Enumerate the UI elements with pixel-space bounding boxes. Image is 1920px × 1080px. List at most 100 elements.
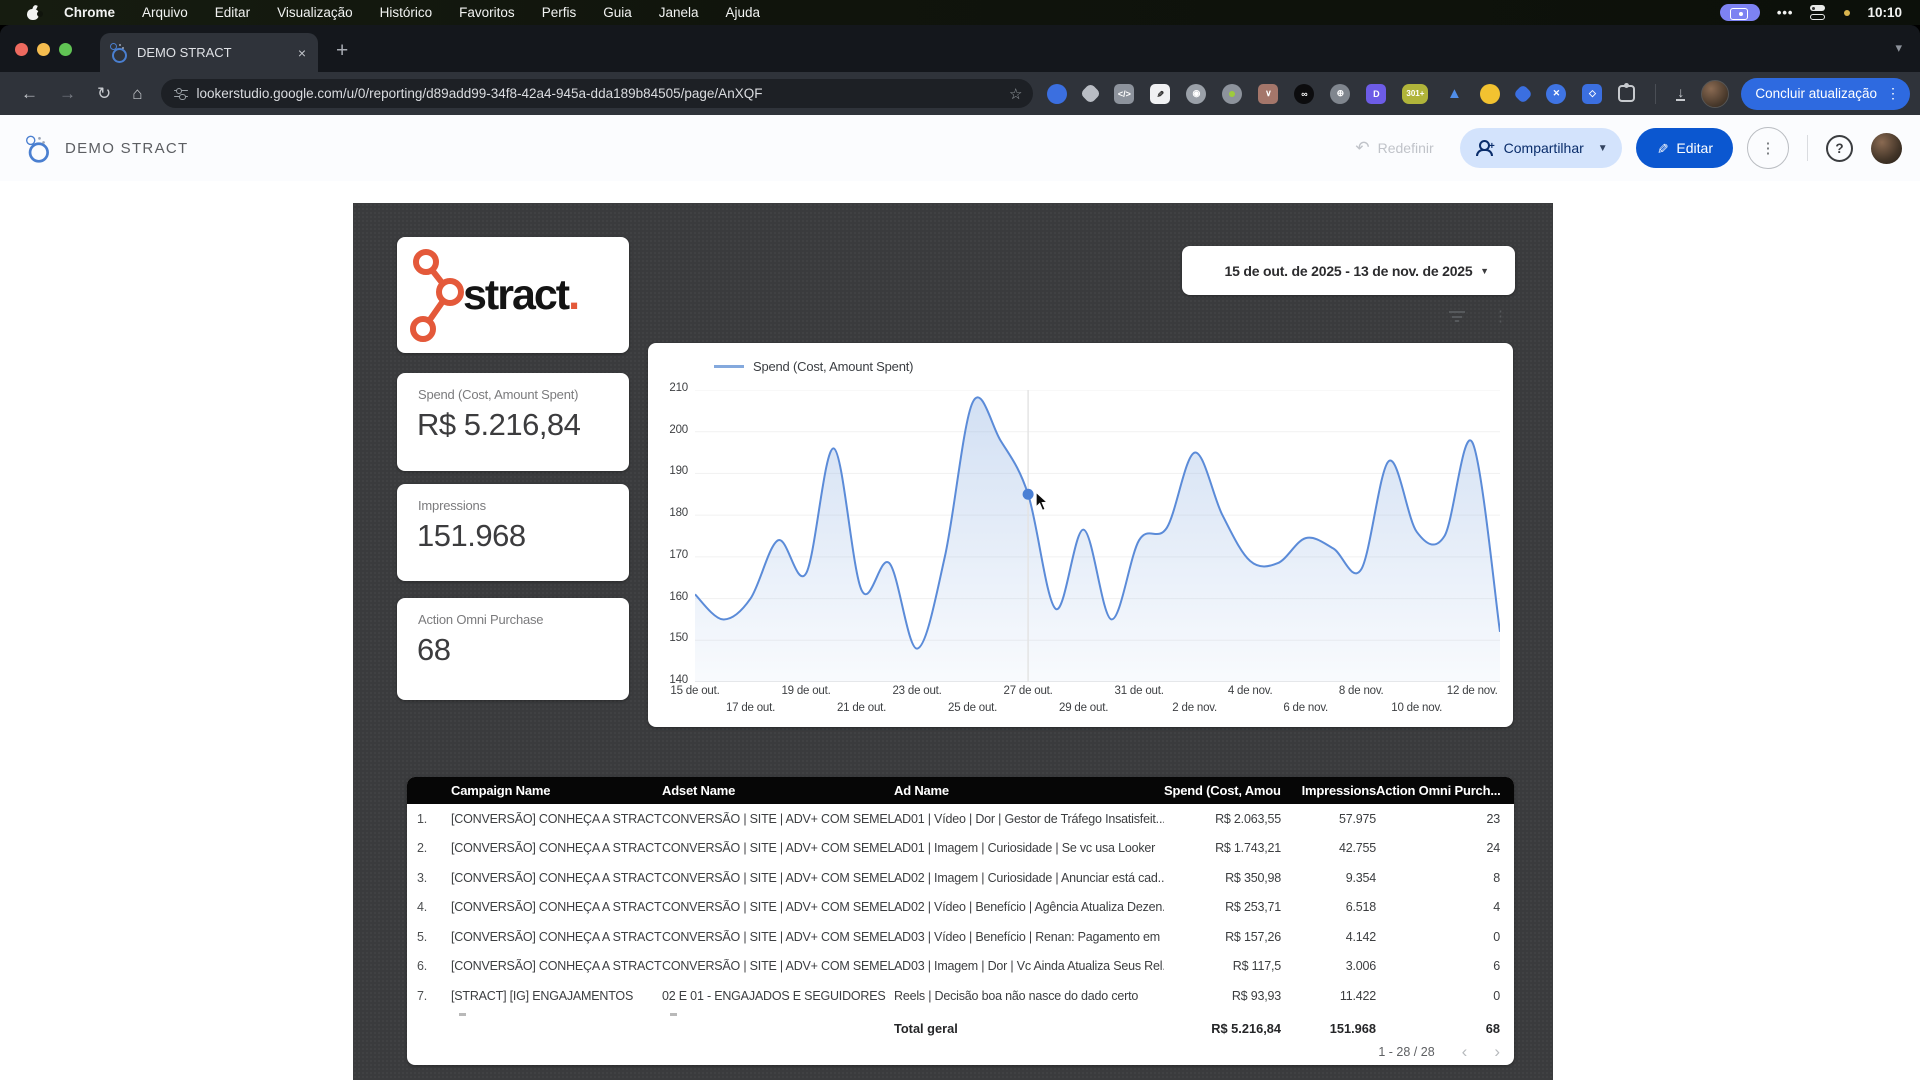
extension-icon-triangle[interactable]: ▲ (1444, 84, 1464, 104)
table-row[interactable]: 1.[CONVERSÃO] CONHEÇA A STRACT 3.0CONVER… (407, 804, 1514, 834)
menubar-clock[interactable]: 10:10 (1867, 5, 1902, 20)
menu-editar[interactable]: Editar (215, 5, 250, 20)
axis-label: 27 de out. (1004, 685, 1053, 697)
header-actions[interactable]: Action Omni Purch... (1376, 783, 1500, 798)
extensions-puzzle-icon[interactable] (1618, 85, 1635, 102)
extension-icon-map[interactable] (1080, 83, 1101, 104)
maximize-window-button[interactable] (59, 43, 72, 56)
report-viewport: stract. 15 de out. de 2025 - 13 de nov. … (0, 181, 1920, 1080)
header-ad[interactable]: Ad Name (894, 783, 1164, 798)
extension-icon-bug[interactable]: ✕ (1546, 84, 1566, 104)
stract-wordmark: stract. (463, 271, 578, 320)
report-title[interactable]: DEMO STRACT (65, 140, 188, 157)
person-add-icon: + (1476, 140, 1495, 156)
extension-icon-tag[interactable] (1047, 84, 1067, 104)
chart-more-icon[interactable]: ⋮ (1493, 307, 1508, 325)
axis-label: 15 de out. (670, 685, 719, 697)
control-center-icon[interactable] (1810, 5, 1827, 20)
axis-label: 23 de out. (892, 685, 941, 697)
site-info-icon[interactable] (174, 88, 188, 100)
menu-arquivo[interactable]: Arquivo (142, 5, 188, 20)
filter-icon[interactable] (1449, 311, 1465, 324)
chart-plot-svg[interactable] (695, 390, 1500, 682)
extension-icon-camera[interactable]: ◉ (1186, 84, 1206, 104)
next-page-icon[interactable]: › (1494, 1043, 1500, 1060)
hover-dot (1023, 489, 1034, 500)
table-row[interactable]: 6.[CONVERSÃO] CONHEÇA A STRACT 3.0CONVER… (407, 952, 1514, 982)
extension-icon-code[interactable]: </> (1114, 84, 1134, 104)
reset-button[interactable]: ↶Redefinir (1355, 138, 1433, 158)
forward-button[interactable]: → (59, 84, 76, 104)
stract-logo-card: stract. (397, 237, 629, 353)
tab-strip: DEMO STRACT × + ▾ (0, 25, 1920, 72)
home-button[interactable]: ⌂ (132, 84, 142, 104)
help-button[interactable]: ? (1826, 135, 1853, 162)
table-row[interactable]: 3.[CONVERSÃO] CONHEÇA A STRACT 3.0CONVER… (407, 863, 1514, 893)
new-tab-button[interactable]: + (336, 39, 348, 63)
menu-chrome[interactable]: Chrome (64, 5, 115, 20)
extension-icon-key[interactable] (1222, 84, 1242, 104)
more-options-button[interactable]: ⋮ (1747, 127, 1789, 169)
extension-icon-infinity[interactable]: ∞ (1294, 84, 1314, 104)
share-button[interactable]: + Compartilhar ▼ (1460, 128, 1622, 168)
share-dropdown-caret-icon[interactable]: ▼ (1598, 143, 1608, 154)
prev-page-icon[interactable]: ‹ (1462, 1043, 1468, 1060)
chrome-menu-dots-icon[interactable]: ⋮ (1886, 85, 1900, 102)
date-range-control[interactable]: 15 de out. de 2025 - 13 de nov. de 2025 … (1182, 246, 1515, 295)
menu-janela[interactable]: Janela (659, 5, 699, 20)
downloads-icon[interactable]: ↓ (1676, 87, 1685, 101)
bookmark-star-icon[interactable]: ☆ (1009, 85, 1022, 103)
tab-search-chevron-icon[interactable]: ▾ (1895, 40, 1902, 56)
table-row[interactable]: 2.[CONVERSÃO] CONHEÇA A STRACT 3.0CONVER… (407, 834, 1514, 864)
browser-toolbar: ← → ↻ ⌂ lookerstudio.google.com/u/0/repo… (0, 72, 1920, 115)
url-bar[interactable]: lookerstudio.google.com/u/0/reporting/d8… (161, 79, 1034, 108)
menu-ajuda[interactable]: Ajuda (726, 5, 761, 20)
table-pagination: 1 - 28 / 28 ‹ › (1378, 1043, 1500, 1060)
extension-icon-duck[interactable] (1480, 84, 1500, 104)
stract-dot: . (568, 271, 578, 319)
scorecard-value: 151.968 (417, 518, 526, 554)
url-text[interactable]: lookerstudio.google.com/u/0/reporting/d8… (197, 86, 1009, 101)
back-button[interactable]: ← (21, 84, 38, 104)
table-row[interactable]: 5.[CONVERSÃO] CONHEÇA A STRACT 3.0CONVER… (407, 922, 1514, 952)
legend-swatch (714, 365, 744, 367)
extension-icon-label[interactable]: ◇ (1582, 84, 1602, 104)
menubar-overflow-icon[interactable]: ••• (1777, 5, 1794, 20)
account-avatar[interactable] (1871, 133, 1902, 164)
header-spend-sorted[interactable]: Spend (Cost, Amount...▼ (1164, 783, 1281, 798)
menu-historico[interactable]: Histórico (380, 5, 433, 20)
looker-studio-logo[interactable] (26, 135, 49, 161)
browser-window: DEMO STRACT × + ▾ ← → ↻ ⌂ lookerstudio.g… (0, 25, 1920, 1080)
screen-recording-indicator[interactable] (1720, 4, 1760, 21)
extension-icon-pocket[interactable]: ∨ (1258, 84, 1278, 104)
edit-button[interactable]: ✎Editar (1636, 128, 1733, 168)
apple-menu-icon[interactable] (26, 5, 40, 21)
browser-profile-avatar[interactable] (1701, 80, 1729, 108)
extension-icon-badge[interactable]: 301+ (1402, 84, 1428, 104)
menu-favoritos[interactable]: Favoritos (459, 5, 515, 20)
tab-demo-stract[interactable]: DEMO STRACT × (100, 33, 318, 72)
header-adset[interactable]: Adset Name (662, 783, 894, 798)
header-impressions[interactable]: Impressions (1281, 783, 1376, 798)
macos-menubar: Chrome Arquivo Editar Visualização Histó… (0, 0, 1920, 25)
minimize-window-button[interactable] (37, 43, 50, 56)
table-row[interactable]: 4.[CONVERSÃO] CONHEÇA A STRACT 3.0CONVER… (407, 893, 1514, 923)
close-window-button[interactable] (15, 43, 28, 56)
extension-icon-d[interactable]: D (1366, 84, 1386, 104)
extension-icon-globe[interactable]: ⊕ (1330, 84, 1350, 104)
chrome-update-button[interactable]: Concluir atualização ⋮ (1741, 78, 1910, 110)
total-actions: 68 (1376, 1021, 1500, 1036)
header-campaign[interactable]: Campaign Name (451, 783, 662, 798)
axis-label: 170 (654, 549, 688, 561)
menu-visualizacao[interactable]: Visualização (277, 5, 353, 20)
extension-icon-pen[interactable]: ✎ (1150, 84, 1170, 104)
menu-guia[interactable]: Guia (603, 5, 632, 20)
tab-close-icon[interactable]: × (298, 45, 306, 61)
reload-button[interactable]: ↻ (97, 84, 111, 104)
scorecard-label: Impressions (418, 498, 486, 513)
table-row[interactable]: 7.[STRACT] [IG] ENGAJAMENTOS02 E 01 - EN… (407, 981, 1514, 1011)
header-divider (1807, 135, 1808, 161)
scorecard-impressions: Impressions 151.968 (397, 484, 629, 581)
menu-perfis[interactable]: Perfis (542, 5, 577, 20)
extension-icon-tag2[interactable] (1514, 84, 1534, 104)
